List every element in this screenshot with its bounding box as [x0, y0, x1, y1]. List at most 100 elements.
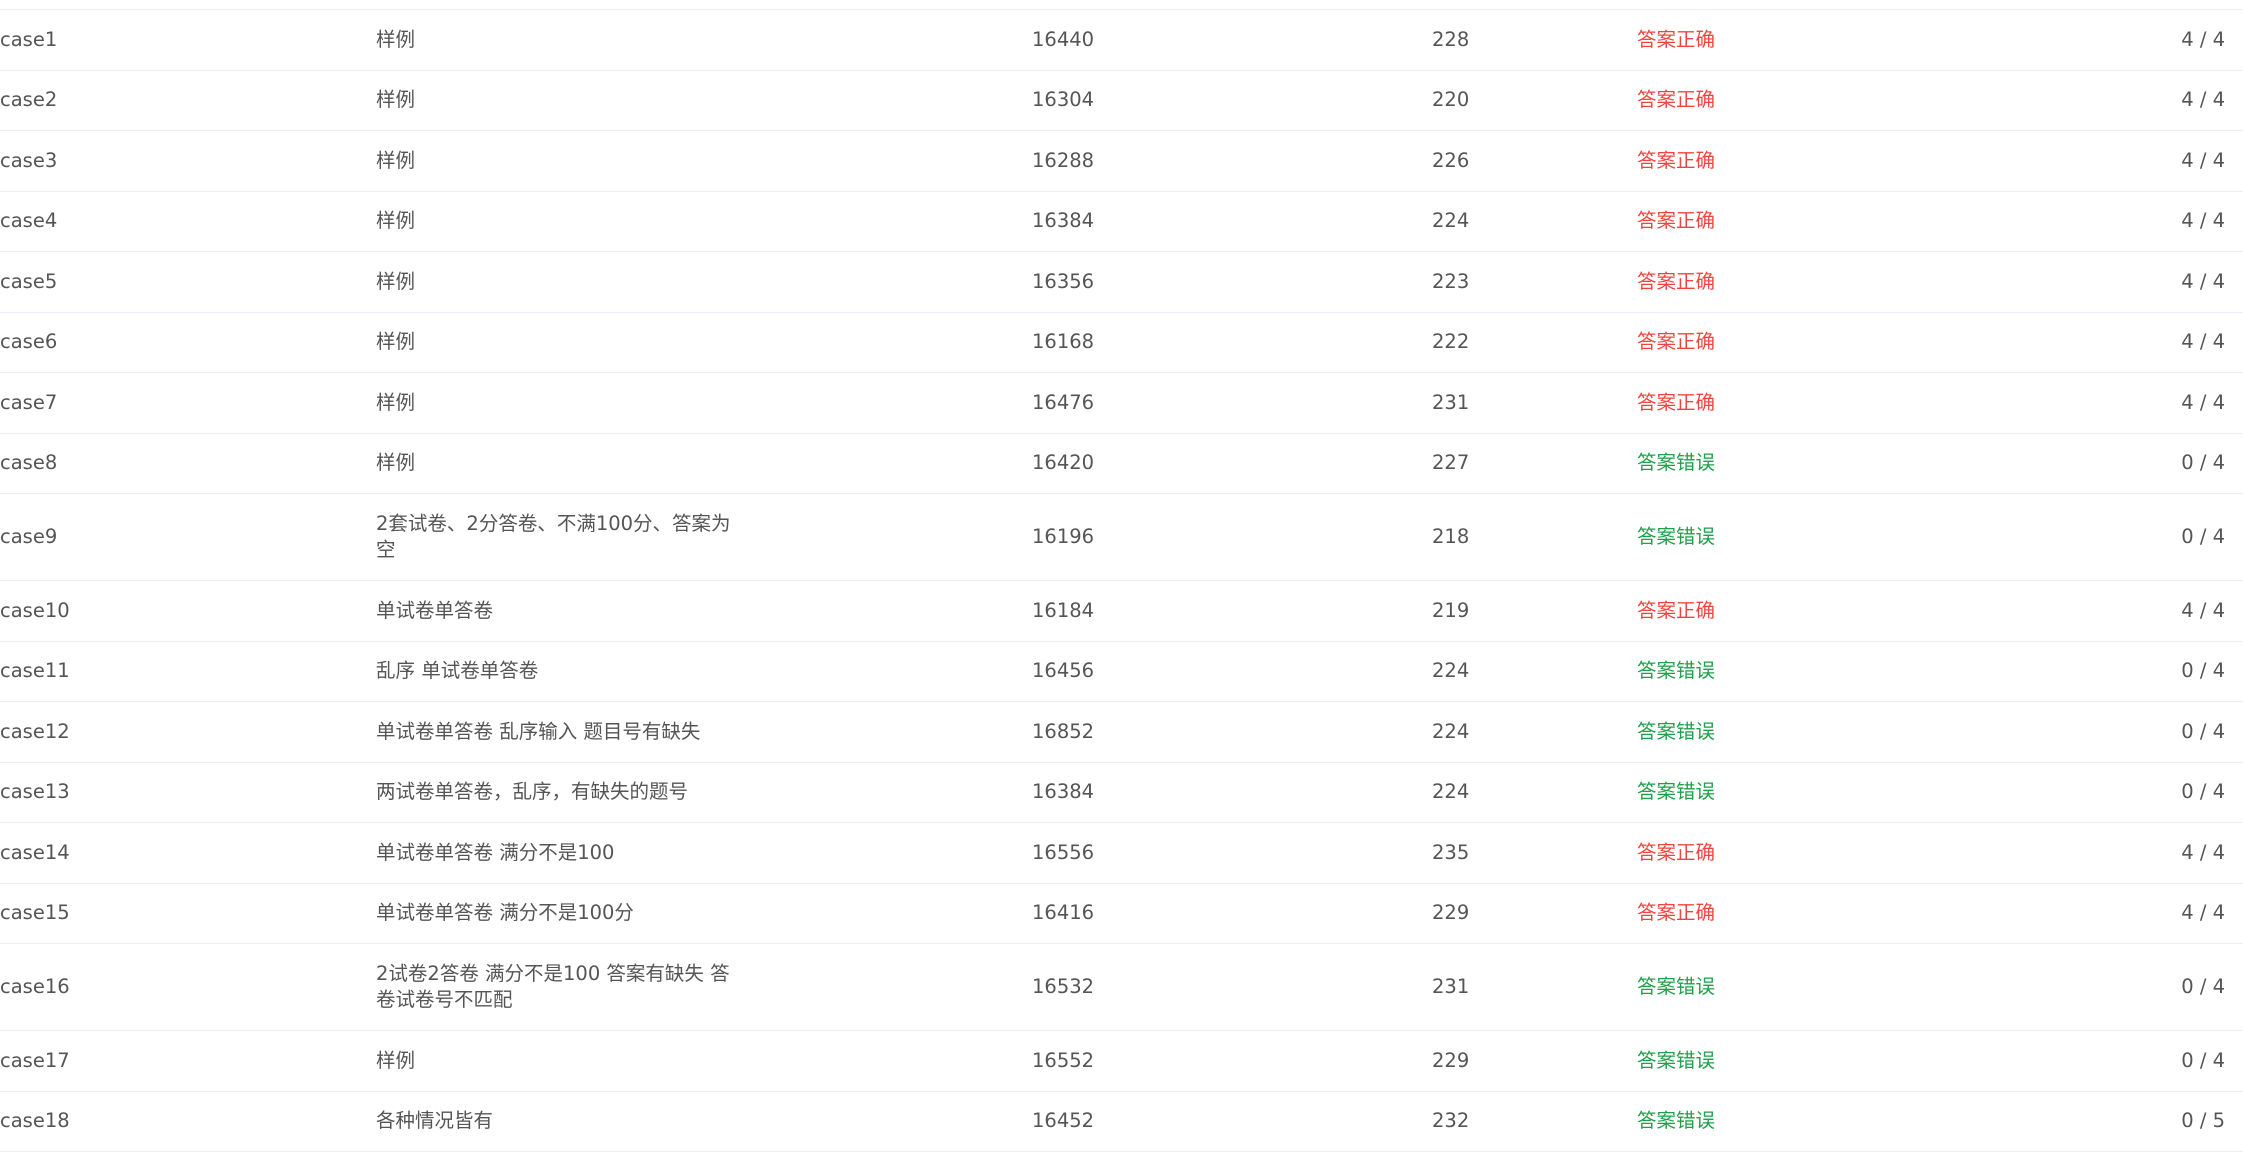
case-description: 各种情况皆有: [376, 1109, 494, 1133]
case-time: 16288: [1032, 148, 1095, 172]
case-memory: 229: [1432, 901, 1470, 925]
case-score: 0 / 4: [2181, 525, 2225, 548]
case-memory: 218: [1432, 525, 1470, 548]
case-result: 答案正确: [1637, 901, 1716, 925]
case-description: 样例: [376, 1048, 416, 1072]
case-score: 4 / 4: [2181, 598, 2225, 622]
case-result: 答案错误: [1637, 1048, 1716, 1072]
case-memory: 222: [1432, 330, 1470, 354]
case-result: 答案错误: [1637, 780, 1716, 804]
case-result: 答案正确: [1637, 27, 1716, 51]
case-score: 0 / 5: [2181, 1109, 2225, 1133]
case-name: case4: [0, 209, 58, 233]
table-row: case8 样例 16420 227 答案错误 0 / 4: [0, 434, 2243, 494]
case-score: 0 / 4: [2181, 451, 2225, 475]
case-time: 16420: [1032, 451, 1095, 475]
case-name: case1: [0, 27, 58, 51]
table-row: case7 样例 16476 231 答案正确 4 / 4: [0, 373, 2243, 434]
table-row: case10 单试卷单答卷 16184 219 答案正确 4 / 4: [0, 581, 2243, 642]
case-memory: 235: [1432, 840, 1470, 864]
table-row: case2 样例 16304 220 答案正确 4 / 4: [0, 71, 2243, 131]
case-memory: 226: [1432, 148, 1470, 172]
case-time: 16452: [1032, 1109, 1095, 1133]
case-memory: 231: [1432, 390, 1470, 414]
table-row: case11 乱序 单试卷单答卷 16456 224 答案错误 0 / 4: [0, 642, 2243, 702]
case-score: 4 / 4: [2181, 269, 2225, 293]
case-memory: 231: [1432, 975, 1470, 998]
table-row: case15 单试卷单答卷 满分不是100分 16416 229 答案正确 4 …: [0, 884, 2243, 944]
case-description: 单试卷单答卷: [376, 598, 494, 622]
case-result: 答案错误: [1637, 719, 1716, 743]
case-score: 4 / 4: [2181, 148, 2225, 172]
case-result: 答案正确: [1637, 840, 1716, 864]
table-top-divider: [0, 0, 2243, 10]
case-description: 样例: [376, 27, 416, 51]
table-body: case1 样例 16440 228 答案正确 4 / 4 case2 样例 1…: [0, 10, 2243, 1152]
table-row: case13 两试卷单答卷，乱序，有缺失的题号 16384 224 答案错误 0…: [0, 763, 2243, 823]
case-description: 2试卷2答卷 满分不是100 答案有缺失 答卷试卷号不匹配: [376, 962, 730, 1011]
case-description: 样例: [376, 209, 416, 233]
case-result: 答案错误: [1637, 451, 1716, 475]
case-name: case9: [0, 525, 58, 548]
case-time: 16184: [1032, 598, 1095, 622]
case-result: 答案错误: [1637, 1109, 1716, 1133]
case-description: 乱序 单试卷单答卷: [376, 659, 539, 683]
table-row: case12 单试卷单答卷 乱序输入 题目号有缺失 16852 224 答案错误…: [0, 702, 2243, 763]
case-description: 2套试卷、2分答卷、不满100分、答案为空: [376, 512, 731, 561]
case-description: 单试卷单答卷 满分不是100: [376, 840, 615, 864]
case-score: 4 / 4: [2181, 390, 2225, 414]
case-time: 16196: [1032, 525, 1095, 548]
case-score: 4 / 4: [2181, 901, 2225, 925]
case-description: 样例: [376, 451, 416, 475]
case-memory: 224: [1432, 719, 1470, 743]
case-time: 16384: [1032, 780, 1095, 804]
case-time: 16476: [1032, 390, 1095, 414]
case-name: case5: [0, 269, 58, 293]
case-name: case17: [0, 1048, 70, 1072]
case-name: case11: [0, 659, 70, 683]
case-description: 样例: [376, 88, 416, 112]
case-memory: 220: [1432, 88, 1470, 112]
case-score: 4 / 4: [2181, 27, 2225, 51]
table-row: case18 各种情况皆有 16452 232 答案错误 0 / 5: [0, 1092, 2243, 1152]
case-time: 16440: [1032, 27, 1095, 51]
case-time: 16304: [1032, 88, 1095, 112]
case-score: 4 / 4: [2181, 88, 2225, 112]
case-name: case10: [0, 598, 70, 622]
case-score: 0 / 4: [2181, 1048, 2225, 1072]
case-result: 答案错误: [1637, 975, 1716, 998]
case-name: case7: [0, 390, 58, 414]
case-name: case15: [0, 901, 70, 925]
case-description: 样例: [376, 148, 416, 172]
case-score: 0 / 4: [2181, 659, 2225, 683]
case-time: 16456: [1032, 659, 1095, 683]
table-row: case1 样例 16440 228 答案正确 4 / 4: [0, 10, 2243, 71]
case-memory: 227: [1432, 451, 1470, 475]
case-memory: 224: [1432, 659, 1470, 683]
case-score: 0 / 4: [2181, 975, 2225, 998]
table-row: case14 单试卷单答卷 满分不是100 16556 235 答案正确 4 /…: [0, 823, 2243, 884]
case-description: 两试卷单答卷，乱序，有缺失的题号: [376, 780, 689, 804]
case-description: 单试卷单答卷 乱序输入 题目号有缺失: [376, 719, 701, 743]
case-time: 16416: [1032, 901, 1095, 925]
case-memory: 224: [1432, 780, 1470, 804]
table-row: case6 样例 16168 222 答案正确 4 / 4: [0, 313, 2243, 373]
case-score: 0 / 4: [2181, 780, 2225, 804]
table-row: case5 样例 16356 223 答案正确 4 / 4: [0, 252, 2243, 313]
case-time: 16556: [1032, 840, 1095, 864]
case-result: 答案正确: [1637, 88, 1716, 112]
table-row: case16 2试卷2答卷 满分不是100 答案有缺失 答卷试卷号不匹配 165…: [0, 944, 2243, 1031]
case-time: 16356: [1032, 269, 1095, 293]
case-score: 4 / 4: [2181, 209, 2225, 233]
case-description: 样例: [376, 390, 416, 414]
case-memory: 219: [1432, 598, 1470, 622]
case-result: 答案正确: [1637, 330, 1716, 354]
table-row: case4 样例 16384 224 答案正确 4 / 4: [0, 192, 2243, 252]
case-score: 4 / 4: [2181, 330, 2225, 354]
case-time: 16552: [1032, 1048, 1095, 1072]
case-time: 16532: [1032, 975, 1095, 998]
table-row: case9 2套试卷、2分答卷、不满100分、答案为空 16196 218 答案…: [0, 494, 2243, 581]
case-name: case6: [0, 330, 58, 354]
case-result: 答案正确: [1637, 598, 1716, 622]
case-result: 答案正确: [1637, 390, 1716, 414]
